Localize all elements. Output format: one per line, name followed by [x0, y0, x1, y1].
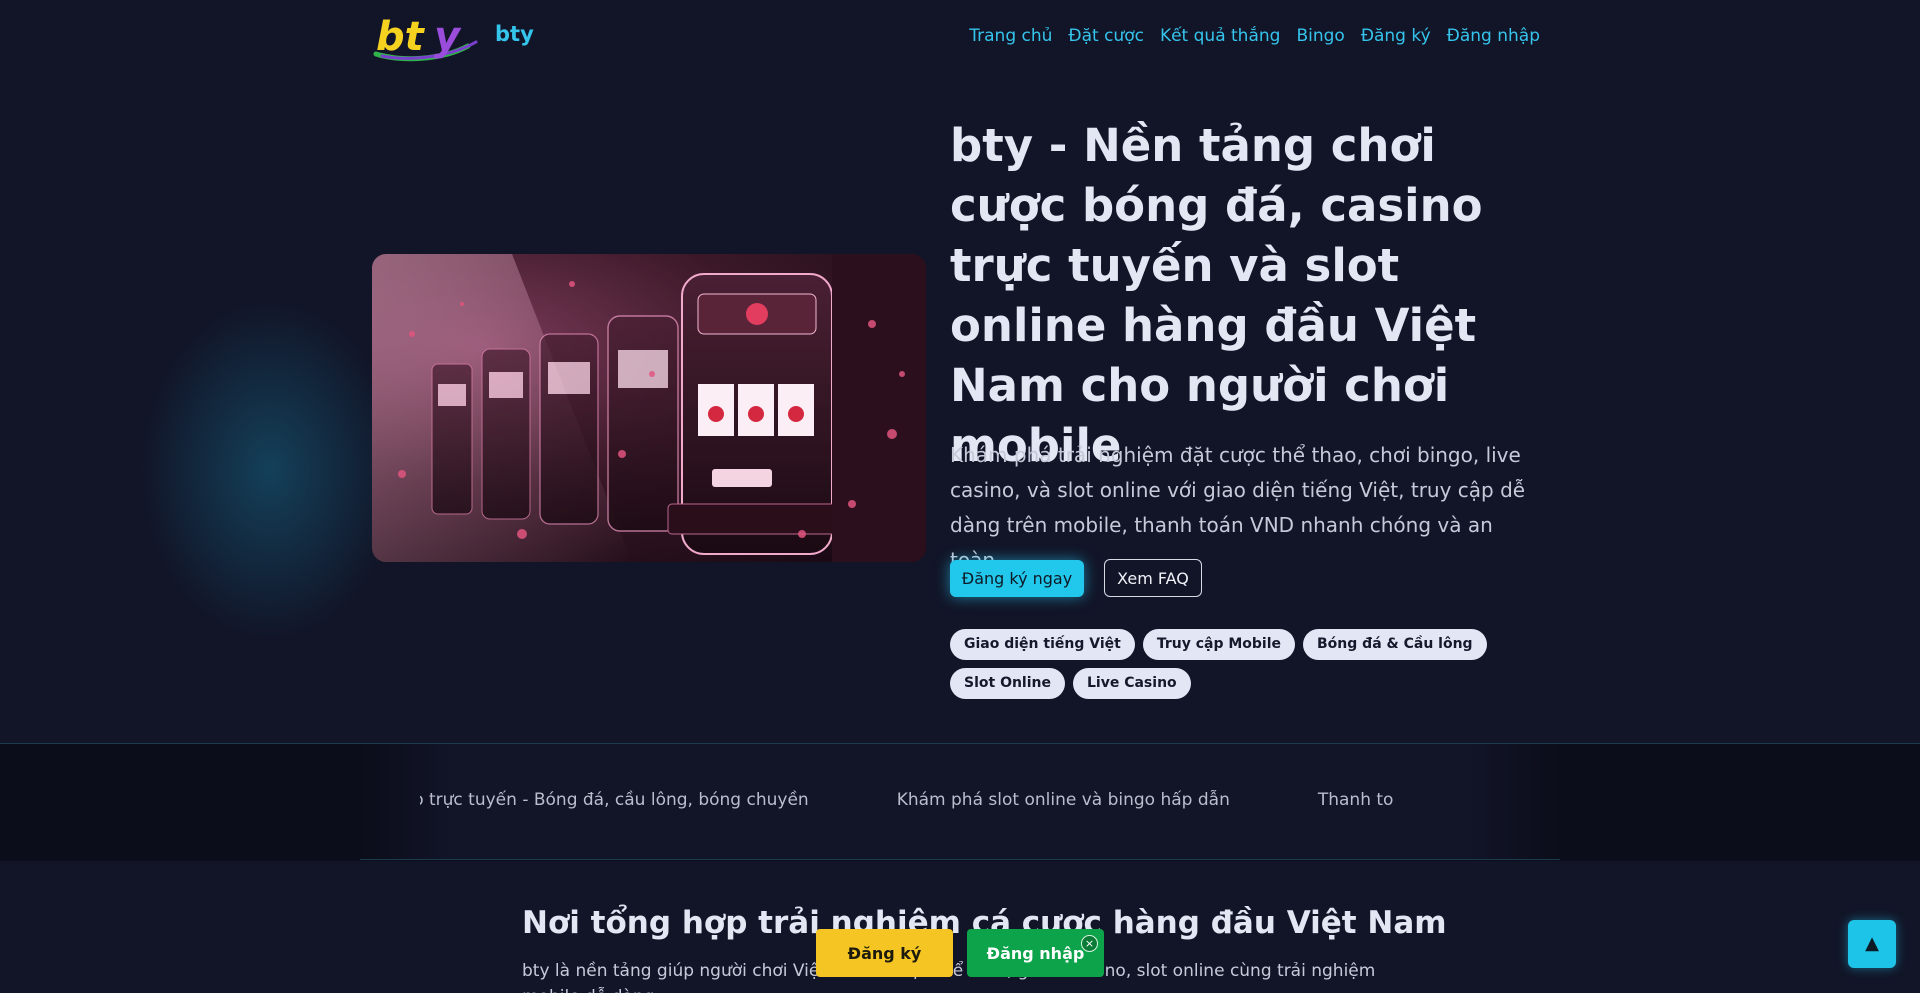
marquee-item: Khám phá slot online và bingo hấp dẫn — [896, 790, 1230, 810]
register-now-button[interactable]: Đăng ký ngay — [950, 560, 1084, 597]
tag-football-badminton: Bóng đá & Cầu lông — [1303, 629, 1487, 660]
hero-slot-machines-image — [372, 254, 926, 562]
nav-login[interactable]: Đăng nhập — [1447, 26, 1540, 46]
nav-results[interactable]: Kết quả thắng — [1160, 26, 1281, 46]
floating-register-button[interactable]: Đăng ký — [816, 929, 953, 977]
hero-description: Khám phá trải nghiệm đặt cược thể thao, … — [950, 443, 1526, 572]
nav-bingo[interactable]: Bingo — [1296, 26, 1344, 46]
nav-bet[interactable]: Đặt cược — [1068, 26, 1144, 46]
news-marquee: hao trực tuyến - Bóng đá, cầu lông, bóng… — [420, 790, 1394, 814]
tag-vietnamese-ui: Giao diện tiếng Việt — [950, 629, 1135, 660]
section-text: bty là nền tảng giúp người chơi Việt nh … — [522, 961, 1376, 993]
main-nav: Trang chủ Đặt cược Kết quả thắng Bingo Đ… — [969, 26, 1540, 46]
svg-text:bt: bt — [376, 14, 426, 60]
marquee-item: hao trực tuyến - Bóng đá, cầu lông, bóng… — [420, 790, 809, 810]
slot-machines-illustration — [372, 254, 926, 562]
tag-mobile-access: Truy cập Mobile — [1142, 629, 1296, 660]
back-to-top-button[interactable]: ▲ — [1848, 920, 1896, 968]
tag-live-casino: Live Casino — [1073, 668, 1191, 699]
header: bt y bty Trang chủ Đặt cược Kết quả thắn… — [0, 0, 1920, 72]
nav-home[interactable]: Trang chủ — [969, 26, 1052, 46]
arrow-up-icon: ▲ — [1865, 933, 1879, 954]
marquee-track: hao trực tuyến - Bóng đá, cầu lông, bóng… — [420, 790, 1394, 810]
bty-logo[interactable]: bt y — [372, 10, 488, 62]
background-glow — [140, 300, 400, 640]
hero-title: bty - Nền tảng chơi cược bóng đá, casino… — [950, 119, 1483, 472]
svg-text:y: y — [434, 14, 462, 60]
tag-slot-online: Slot Online — [950, 668, 1065, 699]
nav-register[interactable]: Đăng ký — [1361, 26, 1431, 46]
view-faq-button[interactable]: Xem FAQ — [1104, 559, 1202, 597]
marquee-item: Thanh toán VND r — [1317, 790, 1394, 810]
close-icon[interactable]: × — [1081, 935, 1098, 952]
feature-tags: Giao diện tiếng Việt Truy cập Mobile Bón… — [950, 629, 1570, 699]
page: bt y bty Trang chủ Đặt cược Kết quả thắn… — [0, 0, 1920, 993]
brand-name[interactable]: bty — [495, 22, 534, 46]
